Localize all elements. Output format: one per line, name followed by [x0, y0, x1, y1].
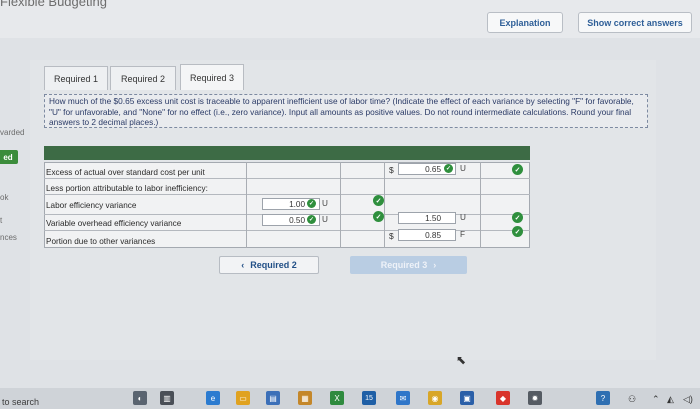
tab-required-1[interactable]: Required 1	[44, 66, 108, 90]
file-explorer-icon[interactable]: ▭	[236, 391, 250, 405]
column-divider	[246, 162, 247, 248]
table-header-strip	[44, 146, 530, 160]
labor-efficiency-effect-select[interactable]: U	[322, 199, 328, 208]
task-view-icon[interactable]: ▥	[160, 391, 174, 405]
correct-check-icon: ✓	[444, 164, 453, 173]
dollar-sign: $	[389, 165, 394, 175]
row-label-labor-inefficiency: Less portion attributable to labor ineff…	[46, 184, 208, 193]
column-divider	[340, 162, 341, 248]
microphone-icon[interactable]: ◐	[133, 391, 147, 405]
outlook-icon[interactable]: ▣	[460, 391, 474, 405]
people-icon[interactable]: ⚇	[628, 394, 636, 405]
excel-icon[interactable]: X	[330, 391, 344, 405]
network-icon[interactable]: ◭	[667, 394, 674, 405]
variable-overhead-effect-select[interactable]: U	[322, 215, 328, 224]
correct-check-icon: ✓	[373, 195, 384, 206]
tab-required-3[interactable]: Required 3	[180, 64, 244, 90]
row-label-labor-efficiency: Labor efficiency variance	[46, 201, 137, 210]
previous-required-button[interactable]: ‹ Required 2	[219, 256, 319, 274]
row-divider	[44, 194, 530, 195]
column-divider	[384, 162, 385, 248]
taskbar	[0, 388, 700, 409]
show-correct-answers-button[interactable]: Show correct answers	[578, 12, 692, 33]
mail-icon[interactable]: ✉	[396, 391, 410, 405]
chevron-right-icon: ›	[433, 260, 437, 270]
chevron-left-icon: ‹	[241, 260, 245, 270]
next-required-button[interactable]: Required 3 ›	[350, 256, 467, 274]
window-title-fragment: Flexible Budgeting	[0, 0, 107, 9]
correct-check-icon: ✓	[307, 199, 316, 208]
row-label-excess-cost: Excess of actual over standard cost per …	[46, 168, 205, 177]
other-variances-effect-select[interactable]: F	[460, 230, 465, 239]
chevron-up-icon[interactable]: ⌃	[652, 394, 660, 405]
correct-check-icon: ✓	[512, 212, 523, 223]
row-divider	[44, 230, 530, 231]
settings-gear-icon[interactable]: ✹	[528, 391, 542, 405]
correct-check-icon: ✓	[512, 226, 523, 237]
edge-browser-icon[interactable]: e	[206, 391, 220, 405]
column-divider	[480, 162, 481, 248]
labor-inefficiency-effect-select[interactable]: U	[460, 213, 466, 222]
sidebar-fragment-4: t	[0, 216, 3, 225]
office-icon[interactable]: ◆	[496, 391, 510, 405]
row-label-variable-overhead: Variable overhead efficiency variance	[46, 219, 182, 228]
sidebar-fragment-5: nces	[0, 233, 17, 242]
question-instructions: How much of the $0.65 excess unit cost i…	[44, 94, 648, 128]
explanation-button[interactable]: Explanation	[487, 12, 563, 33]
correct-check-icon: ✓	[307, 215, 316, 224]
sidebar-fragment-3: ok	[0, 193, 9, 202]
next-required-label: Required 3	[380, 260, 428, 270]
store-icon[interactable]: ▤	[266, 391, 280, 405]
dollar-sign: $	[389, 231, 394, 241]
row-label-other-variances: Portion due to other variances	[46, 237, 156, 246]
previous-required-label: Required 2	[250, 260, 297, 270]
correct-check-icon: ✓	[512, 164, 523, 175]
taskbar-badge-count: 15	[365, 394, 373, 402]
correct-check-icon: ✓	[373, 211, 384, 222]
sidebar-fragment-1: varded	[0, 128, 25, 137]
mouse-cursor-icon: ⬉	[456, 353, 467, 367]
app-icon-badged[interactable]: 15	[362, 391, 376, 405]
app-icon[interactable]: ▦	[298, 391, 312, 405]
sidebar-badge: ed	[0, 150, 18, 164]
excess-cost-effect-select[interactable]: U	[460, 164, 466, 173]
norton-icon[interactable]: ◉	[428, 391, 442, 405]
tab-required-2[interactable]: Required 2	[110, 66, 176, 90]
labor-inefficiency-total-input[interactable]: 1.50	[398, 212, 456, 224]
help-icon[interactable]: ?	[596, 391, 610, 405]
row-divider	[44, 178, 530, 179]
speaker-icon[interactable]: ◁)	[683, 394, 693, 405]
other-variances-amount-input[interactable]: 0.85	[398, 229, 456, 241]
taskbar-search-field[interactable]: to search	[2, 397, 39, 407]
